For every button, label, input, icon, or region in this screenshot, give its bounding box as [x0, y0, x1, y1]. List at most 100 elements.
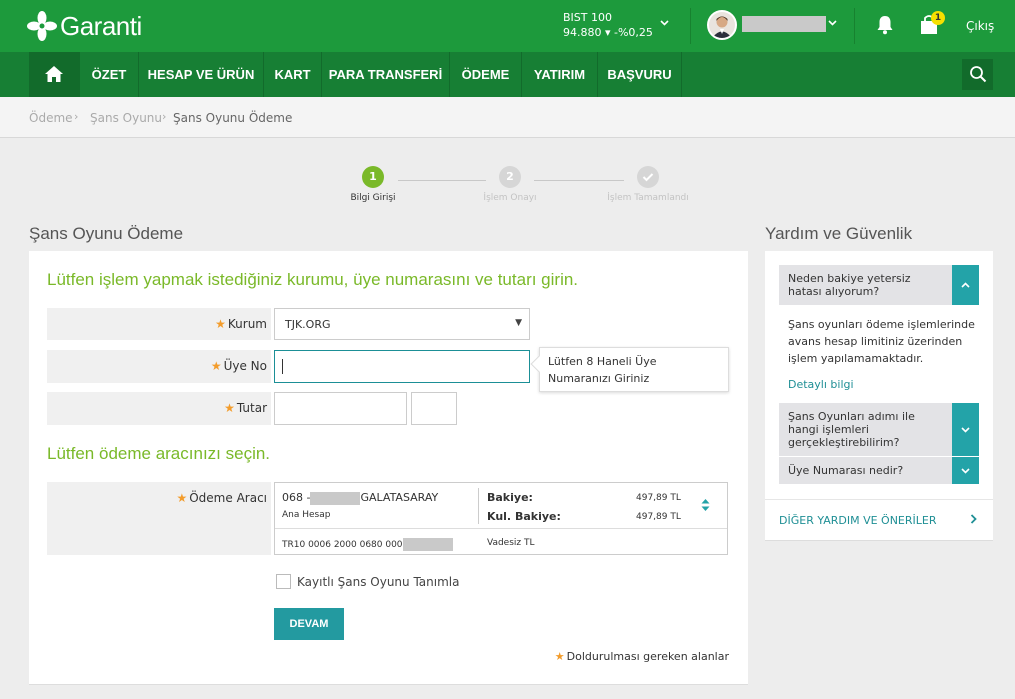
iban-redacted — [402, 538, 453, 551]
chevron-down-icon[interactable] — [660, 16, 669, 29]
avatar[interactable] — [707, 10, 737, 40]
usable-balance-value: 497,89 TL — [636, 512, 681, 522]
help-question-1-text: Neden bakiye yetersiz hatası alıyorum? — [788, 272, 911, 298]
odeme-label: ★ Ödeme Aracı — [176, 491, 267, 505]
step-1-label: Bilgi Girişi — [350, 193, 396, 203]
tooltip-arrow — [530, 355, 548, 373]
required-star-icon: ★ — [176, 491, 188, 505]
account-number: 068 - GALATASARAY — [282, 491, 439, 505]
required-star-icon: ★ — [210, 359, 222, 373]
check-icon — [642, 173, 654, 182]
tooltip-text: Lütfen 8 Haneli Üye Numaranızı Giriniz — [548, 355, 657, 385]
breadcrumb: Ödeme › Şans Oyunu › Şans Oyunu Ödeme — [0, 97, 1015, 138]
step-1-circle: 1 — [362, 166, 384, 188]
help-question-2[interactable]: Şans Oyunları adımı ile hangi işlemleri … — [779, 403, 979, 457]
required-star-icon: ★ — [224, 401, 235, 415]
account-summary: 068 - GALATASARAY Ana Hesap Bakiye: Kul. … — [275, 483, 727, 529]
header-divider — [690, 8, 691, 44]
more-help-text: DİĞER YARDIM VE ÖNERİLER — [779, 514, 937, 527]
help-question-2-text: Şans Oyunları adımı ile hangi işlemleri … — [788, 410, 915, 449]
step-3-circle — [637, 166, 659, 188]
tutar-label: ★ Tutar — [224, 401, 267, 415]
chevron-down-icon[interactable] — [952, 403, 979, 456]
kurum-label: ★ Kurum — [215, 317, 267, 331]
bist-ticker[interactable]: BIST 100 94.880 ▾ -%0,25 — [563, 10, 653, 40]
nav-ozet[interactable]: ÖZET — [80, 52, 139, 97]
chevron-right-icon — [970, 514, 977, 527]
step-2-circle: 2 — [499, 166, 521, 188]
help-question-3[interactable]: Üye Numarası nedir? — [779, 457, 979, 485]
help-question-3-text: Üye Numarası nedir? — [788, 464, 904, 477]
breadcrumb-item-sans-oyunu[interactable]: Şans Oyunu — [90, 111, 162, 125]
dropdown-arrow-icon: ▼ — [515, 318, 522, 328]
uye-no-input[interactable] — [274, 350, 530, 383]
more-help-link[interactable]: DİĞER YARDIM VE ÖNERİLER — [765, 499, 993, 541]
user-menu-chevron-icon[interactable] — [828, 16, 837, 29]
uye-no-tooltip: Lütfen 8 Haneli Üye Numaranızı Giriniz — [530, 347, 729, 392]
payment-form-card: Lütfen işlem yapmak istediğiniz kurumu, … — [29, 251, 748, 685]
username-redacted — [742, 16, 826, 32]
header-divider — [854, 8, 855, 44]
required-star-icon: ★ — [554, 650, 565, 663]
nav-odeme[interactable]: ÖDEME — [450, 52, 522, 97]
step-connector — [534, 180, 624, 181]
balance-value: 497,89 TL — [636, 493, 681, 503]
garanti-logo[interactable]: Garanti — [26, 10, 142, 42]
text-caret — [282, 359, 283, 374]
search-icon — [970, 66, 987, 83]
nav-search-button[interactable] — [962, 59, 993, 90]
chevron-right-icon: › — [162, 110, 167, 123]
chevron-right-icon: › — [74, 110, 79, 123]
step-3-label: İşlem Tamamlandı — [607, 193, 689, 203]
chevron-up-icon[interactable] — [952, 265, 979, 305]
help-title: Yardım ve Güvenlik — [765, 224, 913, 243]
chevron-down-icon[interactable] — [952, 457, 979, 484]
help-answer-1: Şans oyunları ödeme işlemlerinde avans h… — [788, 318, 975, 365]
page-title: Şans Oyunu Ödeme — [29, 224, 184, 243]
required-star-icon: ★ — [215, 317, 226, 331]
top-header: Garanti BIST 100 94.880 ▾ -%0,25 1 Çıkış — [0, 0, 1015, 52]
bell-icon[interactable] — [876, 15, 894, 38]
kurum-value: TJK.ORG — [285, 318, 331, 331]
details-link[interactable]: Detaylı bilgi — [788, 378, 854, 391]
form-intro: Lütfen işlem yapmak istediğiniz kurumu, … — [47, 270, 579, 289]
devam-button[interactable]: DEVAM — [274, 608, 344, 640]
main-nav: ÖZET HESAP VE ÜRÜN KART PARA TRANSFERİ Ö… — [0, 52, 1015, 97]
uye-label: ★ Üye No — [210, 359, 267, 373]
payment-method-title: Lütfen ödeme aracınızı seçin. — [47, 444, 271, 463]
logo-text: Garanti — [60, 10, 142, 41]
step-connector — [398, 180, 486, 181]
nav-home[interactable] — [29, 52, 80, 97]
nav-kart[interactable]: KART — [264, 52, 322, 97]
sort-arrows-icon[interactable] — [701, 499, 710, 514]
account-selector[interactable]: 068 - GALATASARAY Ana Hesap Bakiye: Kul. … — [274, 482, 728, 555]
bist-label: BIST 100 — [563, 11, 612, 24]
breadcrumb-item-odeme[interactable]: Ödeme — [29, 111, 73, 125]
nav-basvuru[interactable]: BAŞVURU — [598, 52, 682, 97]
required-fields-note: ★ Doldurulması gereken alanlar — [554, 650, 729, 663]
kurum-select[interactable]: TJK.ORG ▼ — [274, 308, 530, 340]
account-iban: TR10 0006 2000 0680 000 — [282, 538, 453, 551]
account-type: Ana Hesap — [282, 510, 331, 520]
logout-link[interactable]: Çıkış — [966, 19, 994, 33]
save-lottery-label[interactable]: Kayıtlı Şans Oyunu Tanımla — [297, 575, 459, 589]
nav-para-transferi[interactable]: PARA TRANSFERİ — [322, 52, 450, 97]
breadcrumb-current: Şans Oyunu Ödeme — [173, 111, 293, 125]
tutar-decimal-input[interactable] — [411, 392, 457, 425]
account-number-redacted — [310, 491, 361, 505]
bist-value: 94.880 ▾ -%0,25 — [563, 26, 653, 39]
account-term: Vadesiz TL — [487, 538, 535, 548]
nav-hesap-ve-urun[interactable]: HESAP VE ÜRÜN — [139, 52, 264, 97]
nav-yatirim[interactable]: YATIRIM — [522, 52, 598, 97]
help-panel: Neden bakiye yetersiz hatası alıyorum? Ş… — [765, 251, 993, 541]
home-icon — [45, 66, 63, 82]
help-question-1[interactable]: Neden bakiye yetersiz hatası alıyorum? — [779, 265, 979, 306]
balance-label: Bakiye: — [487, 491, 533, 504]
save-lottery-checkbox[interactable] — [276, 574, 291, 589]
tutar-integer-input[interactable] — [274, 392, 407, 425]
account-divider — [478, 488, 479, 524]
notification-badge: 1 — [931, 11, 945, 25]
clover-logo-icon — [27, 11, 57, 41]
step-2-label: İşlem Onayı — [483, 193, 537, 203]
usable-balance-label: Kul. Bakiye: — [487, 510, 561, 523]
